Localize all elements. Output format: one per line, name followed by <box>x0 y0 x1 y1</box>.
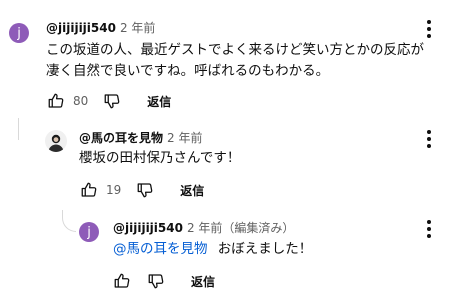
like-button[interactable] <box>47 92 65 110</box>
comment-header: @jijijiji540 2 年前（編集済み） <box>113 220 294 236</box>
thumbs-up-icon <box>81 182 97 197</box>
more-vert-icon[interactable] <box>419 127 439 151</box>
like-button[interactable] <box>113 272 131 290</box>
mention-link[interactable]: @馬の耳を見物 <box>113 241 208 257</box>
thumbs-down-icon <box>148 274 164 289</box>
timestamp[interactable]: 2 年前 <box>167 131 202 145</box>
more-vert-icon[interactable] <box>419 217 439 241</box>
timestamp[interactable]: 2 年前 <box>120 21 155 35</box>
avatar-letter: j <box>87 224 91 240</box>
comment-header: @jijijiji540 2 年前 <box>46 20 155 36</box>
like-count: 80 <box>73 94 89 108</box>
thumbs-up-icon <box>114 273 130 288</box>
avatar-letter: j <box>17 25 21 41</box>
like-count: 19 <box>106 183 122 197</box>
avatar[interactable]: j <box>9 23 29 43</box>
author-name[interactable]: @jijijiji540 <box>113 221 183 235</box>
comment-text-line: おぼえました！ <box>217 241 313 257</box>
timestamp[interactable]: 2 年前（編集済み） <box>187 221 294 235</box>
reply-button[interactable]: 返信 <box>147 93 171 110</box>
comment-3: j @jijijiji540 2 年前（編集済み） @馬の耳を見物 おぼえました！… <box>0 210 469 307</box>
avatar[interactable]: j <box>79 222 99 242</box>
comment-2: @馬の耳を見物 2 年前 櫻坂の田村保乃さんです！ 19 返信 <box>0 115 469 210</box>
author-name[interactable]: @馬の耳を見物 <box>79 131 163 145</box>
more-vert-icon[interactable] <box>419 17 439 41</box>
dislike-button[interactable] <box>147 272 165 290</box>
author-name[interactable]: @jijijiji540 <box>46 21 116 35</box>
thumbs-down-icon <box>137 183 153 198</box>
avatar[interactable] <box>45 130 67 152</box>
reply-button[interactable]: 返信 <box>180 182 204 199</box>
user-photo-icon <box>48 134 64 152</box>
comment-text-line: 櫻坂の田村保乃さんです！ <box>79 150 241 166</box>
comment-1: j @jijijiji540 2 年前 この坂道の人、最近ゲストでよく来るけど笑い… <box>0 0 469 115</box>
like-button[interactable] <box>80 181 98 199</box>
comment-text-line: 凄く自然で良いですね。呼ばれるのもわかる。 <box>46 63 330 79</box>
comment-text: この坂道の人、最近ゲストでよく来るけど笑い方とかの反応が 凄く自然で良いですね。… <box>46 40 461 82</box>
comment-header: @馬の耳を見物 2 年前 <box>79 130 202 146</box>
comment-actions: 19 返信 <box>80 178 204 202</box>
dislike-button[interactable] <box>103 92 121 110</box>
comment-text: @馬の耳を見物 おぼえました！ <box>113 239 312 260</box>
thumbs-down-icon <box>104 94 120 109</box>
comment-text-line: この坂道の人、最近ゲストでよく来るけど笑い方とかの反応が <box>46 42 424 58</box>
thumbs-up-icon <box>48 93 64 108</box>
comment-text: 櫻坂の田村保乃さんです！ <box>79 148 240 169</box>
reply-button[interactable]: 返信 <box>191 273 215 290</box>
comment-actions: 80 返信 <box>47 89 171 113</box>
dislike-button[interactable] <box>136 181 154 199</box>
comment-actions: 返信 <box>113 269 215 293</box>
